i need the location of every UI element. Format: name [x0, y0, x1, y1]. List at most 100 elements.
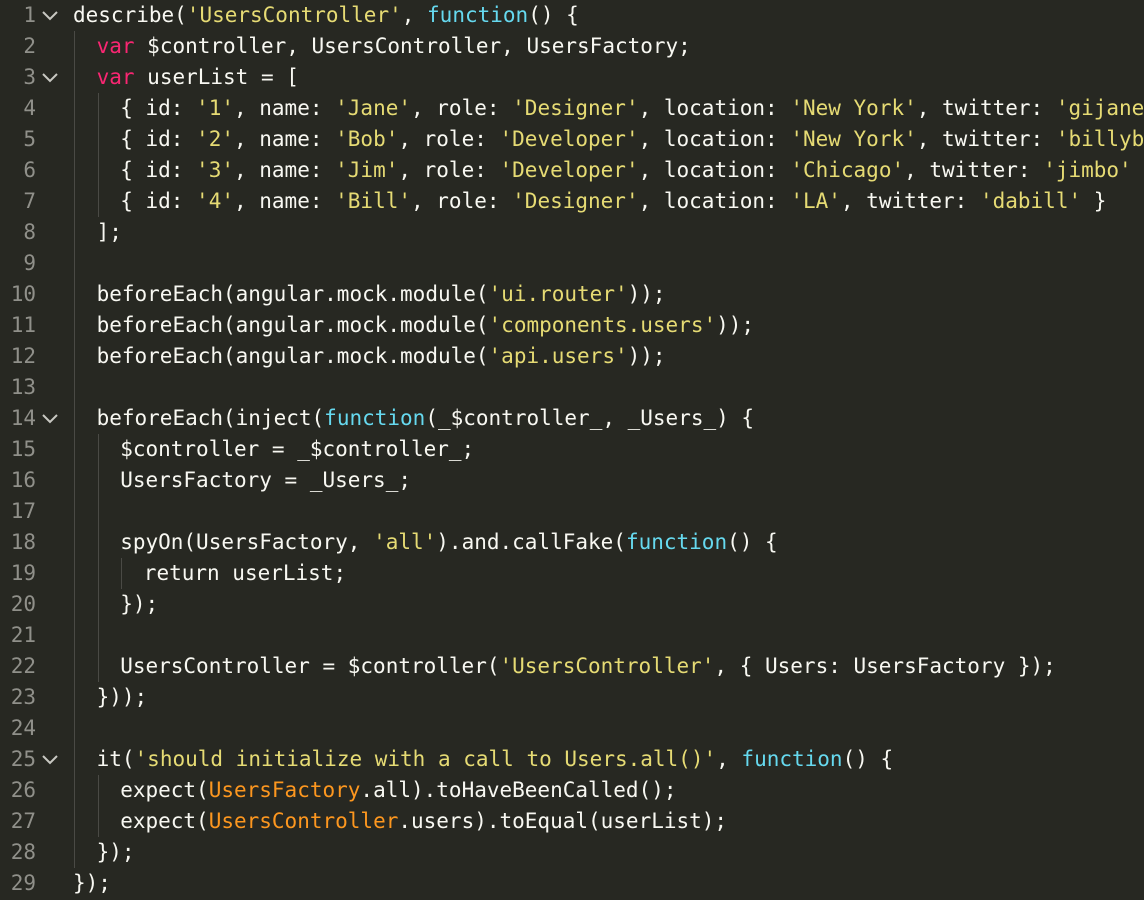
chevron-down-icon[interactable] [40, 744, 60, 775]
code-line[interactable]: 13 [0, 372, 1144, 403]
line-number: 23 [10, 685, 36, 709]
code-token: 'Bob' [335, 127, 399, 151]
indent-guide [74, 372, 75, 403]
indent-guide [97, 186, 99, 217]
code-text: var userList = [ [97, 62, 299, 93]
indent-guide [74, 837, 75, 868]
code-line[interactable]: 19 return userList; [0, 558, 1144, 589]
code-token: 'all' [373, 530, 437, 554]
code-token: function [625, 530, 728, 554]
code-line[interactable]: 11 beforeEach(angular.mock.module('compon… [0, 310, 1144, 341]
code-line[interactable]: 15 $controller = _$controller_; [0, 434, 1144, 465]
code-token: 'dabill' [979, 189, 1082, 213]
line-number: 25 [10, 747, 36, 771]
line-number: 13 [10, 375, 36, 399]
code-line[interactable]: 8]; [0, 217, 1144, 248]
code-text: beforeEach(angular.mock.module('api.user… [97, 341, 666, 372]
indent-guide [97, 155, 99, 186]
code-line[interactable]: 1 describe('UsersController', function() … [0, 0, 1144, 31]
code-token: ]; [96, 220, 122, 244]
code-token: , twitter: [904, 158, 1044, 182]
code-text: beforeEach(inject(function(_$controller_… [97, 403, 754, 434]
code-line[interactable]: 20}); [0, 589, 1144, 620]
code-line[interactable]: 3 var userList = [ [0, 62, 1144, 93]
code-token: }); [73, 871, 111, 895]
indent-guide [97, 558, 99, 589]
code-line[interactable]: 16 UsersFactory = _Users_; [0, 465, 1144, 496]
line-number: 7 [23, 189, 36, 213]
code-line[interactable]: 18 spyOn(UsersFactory, 'all').and.callFak… [0, 527, 1144, 558]
code-line[interactable]: 5 { id: '2', name: 'Bob', role: 'Develope… [0, 124, 1144, 155]
code-token: expect( [120, 809, 209, 833]
code-token: 'Developer' [499, 127, 639, 151]
code-token: 'should initialize with a call to Users.… [134, 747, 717, 771]
indent-guide [97, 527, 99, 558]
code-editor[interactable]: 1 describe('UsersController', function() … [0, 0, 1144, 900]
code-text: it('should initialize with a call to Use… [97, 744, 894, 775]
indent-guide [74, 558, 75, 589]
code-line[interactable]: 14 beforeEach(inject(function(_$controlle… [0, 403, 1144, 434]
code-token: UsersController = $controller( [120, 654, 500, 678]
code-token: return userList; [143, 561, 347, 585]
indent-guide [121, 558, 123, 589]
code-text: beforeEach(angular.mock.module('componen… [97, 310, 754, 341]
code-line[interactable]: 12 beforeEach(angular.mock.module('api.us… [0, 341, 1144, 372]
code-token: beforeEach(angular.mock.module( [96, 313, 489, 337]
code-token: (_$controller_, _Users_) { [425, 406, 755, 430]
indent-guide [97, 124, 99, 155]
indent-guide [74, 527, 75, 558]
code-token: , location: [638, 127, 791, 151]
code-token: '3' [196, 158, 234, 182]
code-token: { id: [120, 96, 197, 120]
line-number: 12 [10, 344, 36, 368]
code-line[interactable]: 21 [0, 620, 1144, 651]
code-line[interactable]: 2 var $controller, UsersController, Users… [0, 31, 1144, 62]
indent-guide [74, 62, 75, 93]
code-line[interactable]: 4 { id: '1', name: 'Jane', role: 'Designe… [0, 93, 1144, 124]
code-text: UsersController = $controller('UsersCont… [120, 651, 1056, 682]
code-token: .all).toHaveBeenCalled(); [360, 778, 677, 802]
indent-guide [74, 713, 75, 744]
code-line[interactable]: 10 beforeEach(angular.mock.module('ui.rou… [0, 279, 1144, 310]
code-token: var [96, 34, 135, 58]
chevron-down-icon[interactable] [40, 62, 60, 93]
code-line[interactable]: 29}); [0, 868, 1144, 899]
code-text: expect(UsersController.users).toEqual(us… [120, 806, 727, 837]
code-token: () { [528, 3, 579, 27]
code-line[interactable]: 22 UsersController = $controller('UsersCo… [0, 651, 1144, 682]
indent-guide [74, 186, 75, 217]
code-token: , twitter: [840, 189, 980, 213]
code-token: 'Designer' [512, 189, 639, 213]
code-token: 'UsersController' [499, 654, 715, 678]
code-text: describe('UsersController', function() { [73, 0, 579, 31]
code-line[interactable]: 28}); [0, 837, 1144, 868]
code-text: { id: '2', name: 'Bob', role: 'Developer… [120, 124, 1144, 155]
code-line[interactable]: 25 it('should initialize with a call to U… [0, 744, 1144, 775]
code-token: 'LA' [790, 189, 841, 213]
code-token: 'billybob' [1055, 127, 1144, 151]
indent-guide [74, 279, 75, 310]
line-number: 21 [10, 623, 36, 647]
code-line[interactable]: 9 [0, 248, 1144, 279]
code-token: , [716, 747, 742, 771]
code-line[interactable]: 7 { id: '4', name: 'Bill', role: 'Designe… [0, 186, 1144, 217]
code-text: ]; [97, 217, 122, 248]
code-token: 'New York' [790, 127, 917, 151]
code-line[interactable]: 23})); [0, 682, 1144, 713]
line-number: 19 [10, 561, 36, 585]
code-line[interactable]: 26 expect(UsersFactory.all).toHaveBeenCal… [0, 775, 1144, 806]
indent-guide [74, 620, 75, 651]
code-token: })); [96, 685, 148, 709]
chevron-down-icon[interactable] [40, 0, 60, 31]
code-line[interactable]: 6 { id: '3', name: 'Jim', role: 'Develope… [0, 155, 1144, 186]
code-token: )); [627, 282, 666, 306]
chevron-down-icon[interactable] [40, 403, 60, 434]
code-line[interactable]: 24 [0, 713, 1144, 744]
code-line[interactable]: 27 expect(UsersController.users).toEqual(… [0, 806, 1144, 837]
code-token: , name: [233, 127, 336, 151]
indent-guide [97, 465, 99, 496]
code-line[interactable]: 17 [0, 496, 1144, 527]
code-text: return userList; [144, 558, 346, 589]
code-token: '2' [196, 127, 234, 151]
indent-guide [74, 496, 75, 527]
